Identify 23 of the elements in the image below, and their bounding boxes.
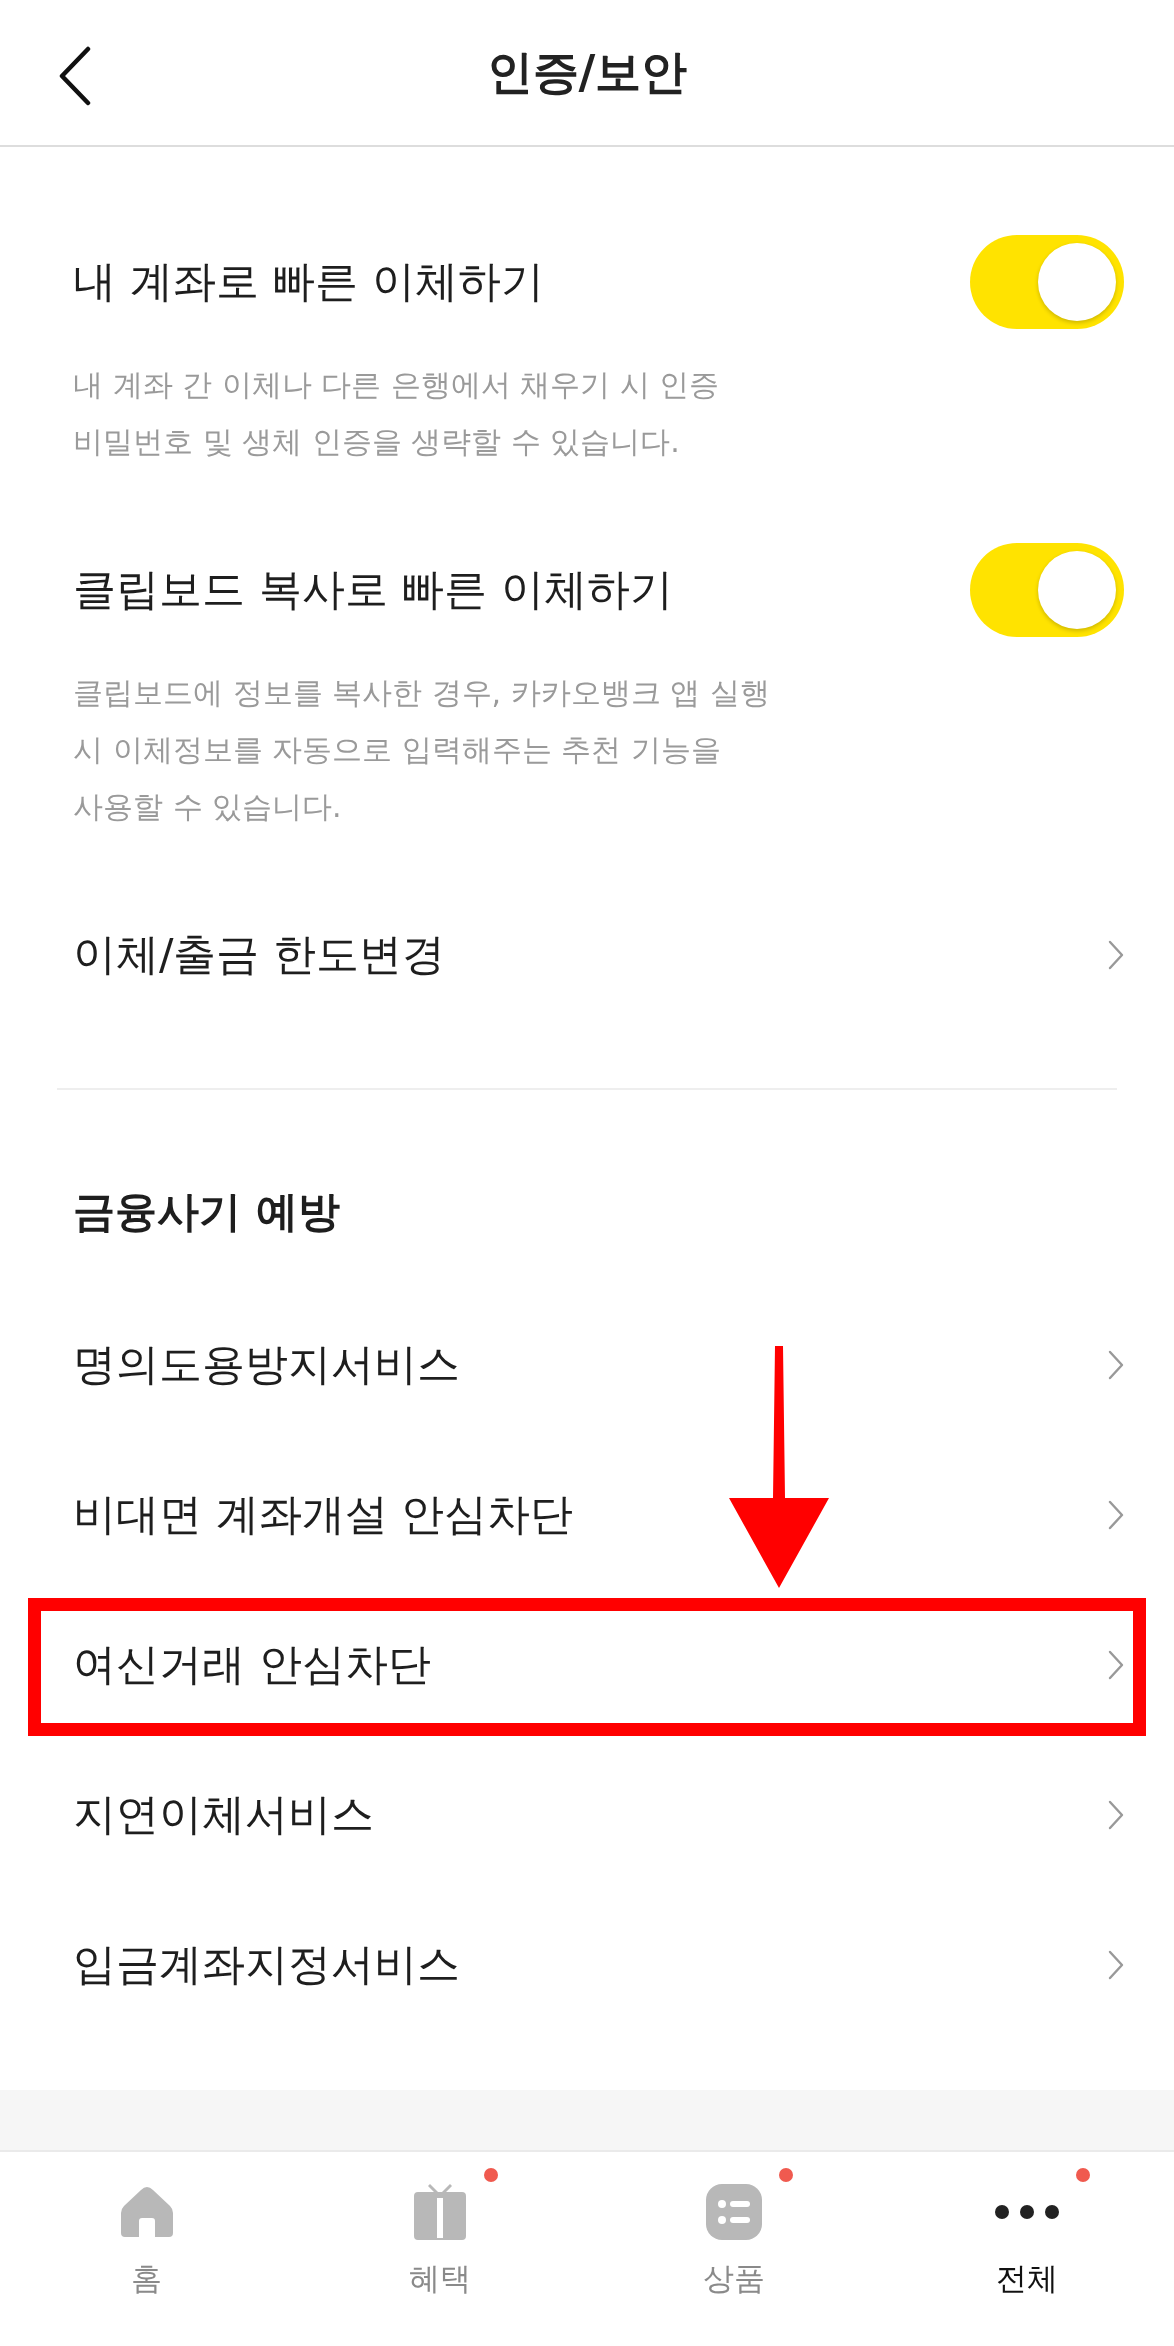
section-title: 금융사기 예방	[72, 1186, 341, 1238]
gift-icon	[412, 2182, 469, 2242]
chevron-icon	[1108, 1500, 1124, 1530]
setting-label: 내 계좌로 빠른 이체하기	[73, 255, 544, 308]
chevron-icon	[1108, 1650, 1124, 1680]
setting-description: 내 계좌 간 이체나 다른 은행에서 채우기 시 인증 비밀번호 및 생체 인증을 생략할 수 있습니다.	[72, 366, 721, 461]
menu-item[interactable]: 명의도용방지서비스	[0, 1290, 1174, 1440]
screen-title: 인증/보안	[486, 43, 688, 101]
chevron-icon	[1108, 1950, 1124, 1980]
menu-item[interactable]: 지연이체서비스	[0, 1740, 1174, 1890]
nav-tab[interactable]: 전체	[880, 2152, 1174, 2346]
chevron-icon	[1108, 1350, 1124, 1380]
menu-item[interactable]: 이체/출금 한도변경	[0, 905, 1174, 1005]
home-icon	[118, 2184, 175, 2240]
menu-item[interactable]: 비대면 계좌개설 안심차단	[0, 1440, 1174, 1590]
menu-item[interactable]: 여신거래 안심차단	[0, 1590, 1174, 1740]
menu-item[interactable]: 입금계좌지정서비스	[0, 1890, 1174, 2040]
setting-label: 클립보드 복사로 빠른 이체하기	[73, 563, 673, 616]
chevron-icon	[1108, 940, 1124, 970]
list-icon	[704, 2183, 763, 2241]
more-icon	[994, 2204, 1061, 2220]
chevron-icon	[1108, 1800, 1124, 1830]
setting-description: 클립보드에 정보를 복사한 경우, 카카오뱅크 앱 실행 시 이체정보를 자동으로 입력해주는 추천 기능을 사용할 수 있습니다.	[72, 674, 771, 826]
